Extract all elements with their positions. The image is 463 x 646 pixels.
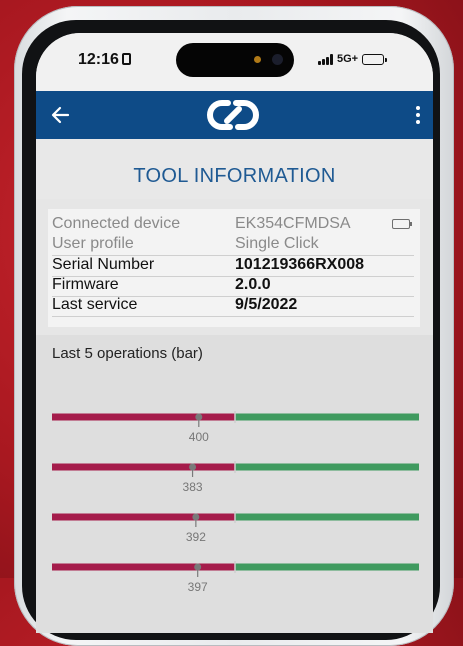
link-logo-icon (206, 95, 260, 135)
system-indicators: 5G+ (318, 53, 388, 65)
status-time: 12:16 (78, 51, 131, 69)
network-label: 5G+ (337, 53, 359, 65)
operation-bar-high (235, 413, 419, 421)
info-label: Last service (52, 296, 138, 313)
info-value: 101219366RX008 (235, 256, 365, 273)
info-label: Firmware (52, 276, 119, 293)
divider (52, 316, 414, 317)
status-time-text: 12:16 (78, 51, 119, 68)
info-value: 9/5/2022 (235, 296, 298, 313)
operation-bar-low (52, 413, 235, 421)
value-marker (192, 513, 200, 521)
back-arrow-icon[interactable] (48, 99, 74, 131)
value-marker (194, 563, 202, 571)
operation-bar-high (235, 563, 419, 571)
operation-value-label: 383 (183, 480, 203, 494)
operation-value-label: 397 (188, 580, 208, 594)
info-row-firmware: Firmware 2.0.0 (52, 276, 414, 296)
operation-value-label: 392 (186, 530, 206, 544)
info-label: Serial Number (52, 256, 155, 273)
info-label: User profile (52, 235, 134, 252)
id-card-icon (121, 53, 131, 65)
phone-screen: 12:16 5G+ TOOL INFORMATION Connected dev (36, 33, 433, 633)
operation-bar-low (52, 463, 235, 471)
info-value: 2.0.0 (235, 276, 271, 293)
battery-icon (362, 53, 388, 65)
operations-bars: 400 383 392 397 (52, 411, 419, 594)
operation-bar-high (235, 463, 419, 471)
page-title: TOOL INFORMATION (36, 139, 433, 199)
info-row-user-profile: User profile Single Click (52, 235, 414, 255)
operation-bar-high (235, 513, 419, 521)
status-bar: 12:16 5G+ (36, 33, 433, 91)
info-row-last-service: Last service 9/5/2022 (52, 296, 414, 316)
indicator-dot-icon (254, 56, 261, 63)
operation-bar-low (52, 563, 235, 571)
tool-info-card: Connected device EK354CFMDSA User profil… (48, 209, 420, 327)
value-marker (195, 413, 203, 421)
dynamic-island (176, 43, 294, 77)
info-row-serial-number: Serial Number 101219366RX008 (52, 256, 414, 276)
info-value: Single Click (235, 235, 319, 252)
signal-icon (318, 53, 333, 65)
kebab-menu-icon[interactable] (411, 101, 425, 129)
value-marker (189, 463, 197, 471)
device-battery-icon (392, 219, 412, 229)
operation-bar-low (52, 513, 235, 521)
info-value: EK354CFMDSA (235, 215, 351, 232)
camera-icon (272, 54, 283, 65)
info-row-connected-device: Connected device EK354CFMDSA (52, 215, 414, 235)
info-label: Connected device (52, 215, 181, 232)
app-bar (36, 91, 433, 139)
operation-value-label: 400 (189, 430, 209, 444)
operations-panel: Last 5 operations (bar) 400 383 392 397 (36, 335, 433, 633)
